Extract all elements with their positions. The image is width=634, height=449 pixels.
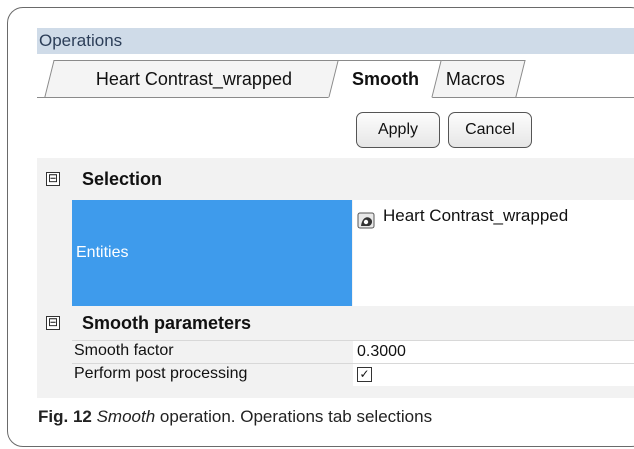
section-title: Smooth parameters (82, 313, 252, 333)
caption-text: operation. Operations tab selections (155, 407, 433, 426)
property-grid: ⊟ Selection Entities Heart Contrast_wrap… (37, 158, 634, 398)
tab-heart-contrast[interactable]: Heart Contrast_wrapped (44, 60, 344, 97)
entities-value-cell[interactable]: Heart Contrast_wrapped (353, 200, 634, 306)
caption-figure-number: Fig. 12 (38, 407, 92, 426)
caption-emphasis: Smooth (96, 407, 156, 426)
cancel-button[interactable]: Cancel (448, 112, 532, 148)
entity-name: Heart Contrast_wrapped (383, 206, 569, 225)
collapse-icon[interactable]: ⊟ (46, 316, 60, 330)
tab-macros[interactable]: Macros (426, 60, 526, 97)
tab-smooth[interactable]: Smooth (328, 60, 442, 98)
panel-title: Operations (37, 28, 634, 54)
tab-label: Heart Contrast_wrapped (95, 69, 292, 89)
apply-button[interactable]: Apply (356, 112, 440, 148)
property-row-smooth-factor: Smooth factor 0.3000 (72, 340, 634, 363)
section-title: Selection (82, 169, 163, 189)
property-name: Smooth factor (74, 342, 174, 359)
property-row-post-processing: Perform post processing ✓ (72, 363, 634, 386)
post-processing-cell: ✓ (353, 364, 634, 386)
tab-label: Macros (446, 69, 506, 89)
tab-label: Smooth (351, 69, 419, 89)
section-smooth-parameters: ⊟ Smooth parameters (37, 308, 634, 340)
smooth-factor-input[interactable]: 0.3000 (353, 341, 634, 363)
post-processing-checkbox[interactable]: ✓ (357, 367, 372, 383)
collapse-icon[interactable]: ⊟ (46, 172, 60, 186)
tab-bar: Heart Contrast_wrapped Macros Smooth (37, 54, 634, 98)
mesh-object-icon (357, 212, 375, 229)
section-selection: ⊟ Selection (37, 164, 634, 196)
figure-caption: Fig. 12 Smooth operation. Operations tab… (38, 407, 432, 427)
entities-label[interactable]: Entities (72, 200, 352, 306)
property-name: Perform post processing (74, 365, 248, 382)
